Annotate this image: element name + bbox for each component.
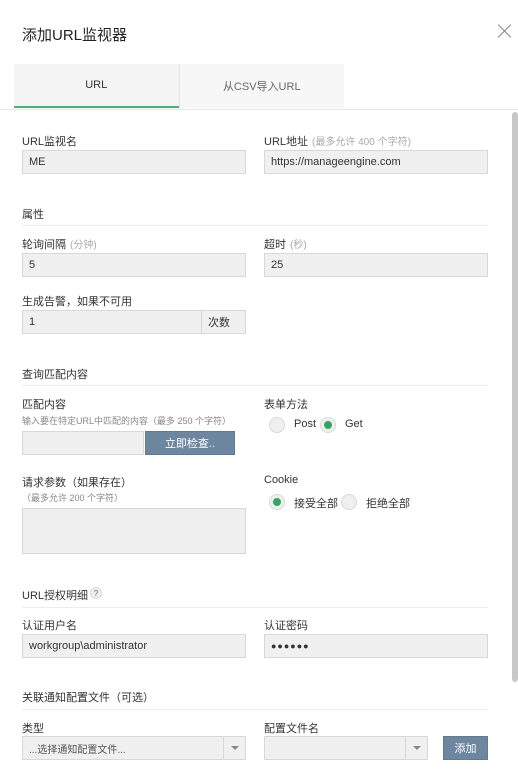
tab-url[interactable]: URL: [14, 64, 179, 108]
auth-username-label: 认证用户名: [22, 620, 77, 632]
monitor-name-input[interactable]: ME: [22, 150, 246, 174]
url-address-label-text: URL地址: [264, 136, 309, 148]
check-now-button[interactable]: 立即检查..: [145, 431, 235, 455]
url-address-input[interactable]: https://manageengine.com: [264, 150, 488, 174]
auth-password-input[interactable]: ●●●●●●: [264, 634, 488, 658]
timeout-input[interactable]: 25: [264, 253, 488, 277]
notification-type-select[interactable]: ...选择通知配置文件...: [22, 736, 246, 760]
scrollbar[interactable]: [512, 112, 518, 682]
match-content-input[interactable]: [22, 431, 144, 455]
form-method-label: 表单方法: [264, 399, 308, 411]
add-button[interactable]: 添加: [443, 736, 488, 760]
profile-name-select[interactable]: [264, 736, 428, 760]
auth-password-label: 认证密码: [264, 620, 308, 632]
profile-name-label: 配置文件名: [264, 723, 319, 735]
cookie-label: Cookie: [264, 474, 299, 486]
help-icon[interactable]: ?: [90, 587, 102, 599]
notification-section-title: 关联通知配置文件（可选）: [22, 692, 154, 704]
dialog-title: 添加URL监视器: [22, 27, 128, 44]
auth-username-input[interactable]: workgroup\administrator: [22, 634, 246, 658]
section-divider: [22, 225, 488, 226]
alert-count-input[interactable]: 1: [22, 310, 202, 334]
alert-label: 生成告警，如果不可用: [22, 296, 132, 308]
monitor-name-label: URL监视名: [22, 136, 78, 148]
radio-reject-all-label: 拒绝全部: [366, 498, 410, 510]
request-params-label: 请求参数（如果存在）: [22, 477, 132, 489]
tab-import-csv[interactable]: 从CSV导入URL: [178, 64, 344, 108]
poll-interval-input[interactable]: 5: [22, 253, 246, 277]
request-params-hint: （最多允许 200 个字符）: [22, 493, 124, 503]
notification-type-selected: ...选择通知配置文件...: [29, 744, 126, 756]
radio-reject-all[interactable]: [341, 494, 357, 510]
section-divider: [22, 385, 488, 386]
radio-post-label: Post: [294, 418, 317, 430]
radio-accept-all-label: 接受全部: [294, 498, 338, 510]
section-divider: [22, 709, 488, 710]
properties-section-title: 属性: [22, 209, 44, 221]
poll-interval-label-text: 轮询间隔: [22, 239, 66, 251]
match-content-label: 匹配内容: [22, 399, 66, 411]
url-address-hint: (最多允许 400 个字符): [312, 137, 411, 148]
tab-divider: [0, 109, 518, 110]
request-params-textarea[interactable]: [22, 508, 246, 554]
radio-get-label: Get: [345, 418, 363, 430]
poll-interval-label: 轮询间隔 (分钟): [22, 236, 97, 252]
tab-bar: URL 从CSV导入URL: [14, 64, 344, 108]
auth-section-title: URL授权明细: [22, 590, 89, 602]
radio-accept-all[interactable]: [269, 494, 285, 510]
timeout-hint: (秒): [290, 240, 307, 251]
timeout-label: 超时 (秒): [264, 236, 307, 252]
chevron-down-icon: [405, 737, 427, 759]
timeout-label-text: 超时: [264, 239, 286, 251]
query-section-title: 查询匹配内容: [22, 369, 88, 381]
section-divider: [22, 607, 488, 608]
notification-type-label: 类型: [22, 723, 44, 735]
poll-interval-hint: (分钟): [70, 240, 97, 251]
alert-unit-addon: 次数: [202, 310, 246, 334]
radio-post[interactable]: [269, 417, 285, 433]
radio-get[interactable]: [320, 417, 336, 433]
close-icon[interactable]: [498, 24, 512, 38]
url-address-label: URL地址 (最多允许 400 个字符): [264, 133, 411, 149]
chevron-down-icon: [223, 737, 245, 759]
match-content-hint: 输入要在特定URL中匹配的内容（最多 250 个字符）: [22, 416, 232, 426]
